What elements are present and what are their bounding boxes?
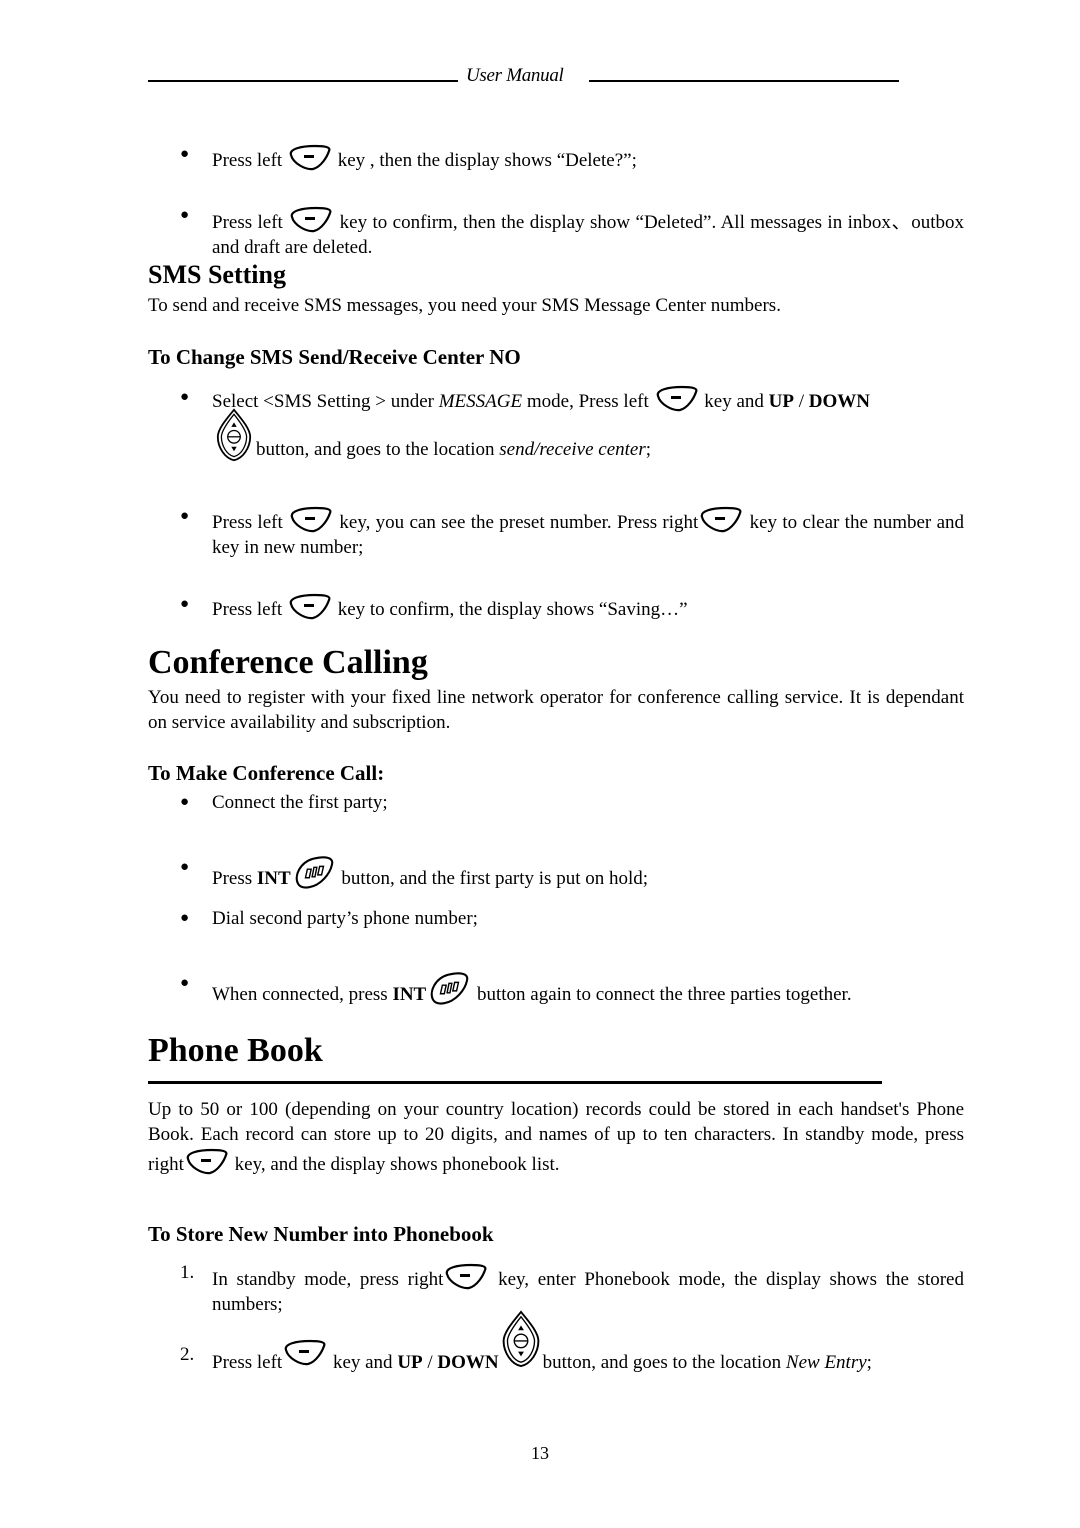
list-item: Dial second party’s phone number; xyxy=(212,906,964,931)
bullet: ● xyxy=(180,207,190,223)
step-text: key and xyxy=(328,1352,398,1373)
step-text: Press left xyxy=(212,150,283,171)
list-item-continuation: button, and goes to the location send/re… xyxy=(212,408,964,462)
header-rule-left xyxy=(148,80,458,82)
soft-key-icon xyxy=(282,1338,328,1368)
conference-calling-intro: You need to register with your fixed lin… xyxy=(148,687,964,733)
subsection-heading-make-conference-call: To Make Conference Call: xyxy=(148,761,385,785)
list-number: 2. xyxy=(180,1344,195,1365)
step-text: ; xyxy=(866,1352,872,1373)
list-item: Press left key to confirm, the display s… xyxy=(212,592,964,622)
step-text: Press left xyxy=(212,212,283,233)
step-text: ; xyxy=(645,439,652,460)
soft-key-icon xyxy=(288,505,334,535)
key-name-up: UP xyxy=(397,1352,423,1373)
soft-key-icon xyxy=(287,592,333,622)
step-text: key , then the display shows “Delete?”; xyxy=(337,150,637,171)
step-text: Press left xyxy=(212,512,283,533)
separator: / xyxy=(422,1352,438,1373)
step-text: Press left xyxy=(212,1352,283,1373)
int-key-icon xyxy=(426,971,472,1007)
sms-setting-intro: To send and receive SMS messages, you ne… xyxy=(148,295,781,316)
step-text: When connected, press xyxy=(212,984,393,1005)
subsection-heading-store-number: To Store New Number into Phonebook xyxy=(148,1222,494,1246)
bullet: ● xyxy=(180,794,190,810)
bullet: ● xyxy=(180,508,190,524)
key-name-int: INT xyxy=(256,868,291,889)
list-item: Press left key, you can see the preset n… xyxy=(212,505,964,560)
phone-book-intro: Up to 50 or 100 (depending on your count… xyxy=(148,1097,964,1177)
step-text: key to confirm, the display shows “Savin… xyxy=(332,599,688,620)
step-text: button, and goes to the location xyxy=(256,439,500,460)
section-heading-phone-book: Phone Book xyxy=(148,1032,323,1069)
step-text: key, you can see the preset number. Pres… xyxy=(334,512,699,533)
step-text: button again to connect the three partie… xyxy=(472,984,852,1005)
list-number: 1. xyxy=(180,1262,195,1283)
list-item: Press left key , then the display shows … xyxy=(212,143,964,173)
section-rule xyxy=(148,1081,882,1084)
key-name-int: INT xyxy=(392,984,427,1005)
int-key-icon xyxy=(291,855,337,891)
bullet: ● xyxy=(180,859,190,875)
section-heading-sms-setting: SMS Setting xyxy=(148,260,286,289)
list-item: Press left key to confirm, then the disp… xyxy=(212,205,964,260)
list-item: Connect the first party; xyxy=(212,790,964,815)
location-name: send/receive center xyxy=(499,439,646,460)
header-rule-right xyxy=(589,80,899,82)
list-item: In standby mode, press right key, enter … xyxy=(212,1262,964,1317)
bullet: ● xyxy=(180,910,190,926)
soft-key-icon xyxy=(288,205,334,235)
step-text: button, and the first party is put on ho… xyxy=(336,868,649,889)
soft-key-icon xyxy=(287,143,333,173)
bullet: ● xyxy=(180,146,190,162)
nav-key-icon xyxy=(499,1310,543,1368)
step-text: Press xyxy=(212,868,257,889)
bullet: ● xyxy=(180,389,190,405)
nav-key-icon xyxy=(212,408,256,462)
list-item: When connected, press INT button again t… xyxy=(212,971,964,1007)
list-item: Press left key and UP / DOWN button, and … xyxy=(212,1310,964,1392)
bullet: ● xyxy=(180,596,190,612)
list-item: Press INT button, and the first party is… xyxy=(212,855,964,891)
location-name: New Entry xyxy=(785,1352,867,1373)
running-header-title: User Manual xyxy=(466,65,564,86)
key-name-down: DOWN xyxy=(437,1352,499,1373)
step-text: Dial second party’s phone number; xyxy=(212,908,478,929)
bullet: ● xyxy=(180,975,190,991)
step-text: button, and goes to the location xyxy=(542,1352,786,1373)
step-text: In standby mode, press right xyxy=(212,1269,444,1290)
section-heading-conference-calling: Conference Calling xyxy=(148,644,428,681)
soft-key-icon xyxy=(698,505,744,535)
step-text: Press left xyxy=(212,599,283,620)
page-number: 13 xyxy=(531,1443,549,1463)
soft-key-icon xyxy=(443,1262,489,1292)
soft-key-icon xyxy=(184,1147,230,1177)
subsection-heading-change-center: To Change SMS Send/Receive Center NO xyxy=(148,345,521,369)
step-text: Connect the first party; xyxy=(212,792,388,813)
intro-text: key, and the display shows phonebook lis… xyxy=(229,1154,560,1175)
